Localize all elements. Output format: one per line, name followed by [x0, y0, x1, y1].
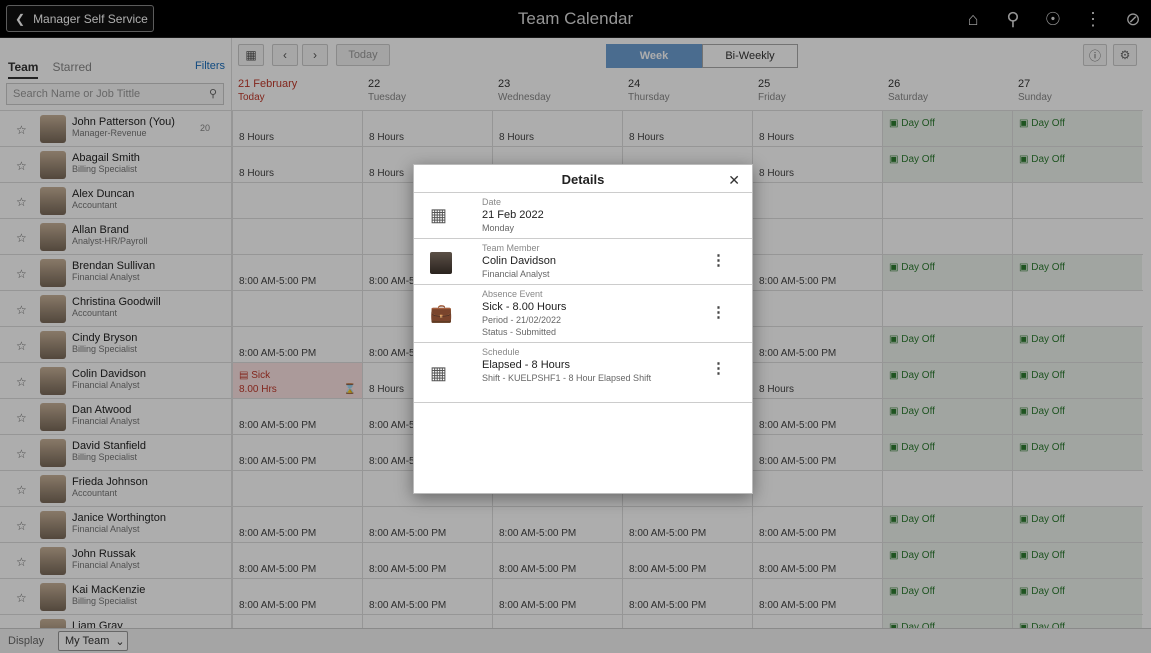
absence-status: Status - Submitted	[482, 327, 557, 337]
schedule-section: ▦ Schedule Elapsed - 8 Hours Shift - KUE…	[414, 343, 752, 403]
date-section: ▦ Date 21 Feb 2022 Monday	[414, 193, 752, 239]
dialog-title: Details	[561, 172, 605, 187]
member-more-icon[interactable]: ⋮	[711, 251, 726, 269]
avatar	[430, 252, 452, 274]
details-dialog: Details ✕ ▦ Date 21 Feb 2022 Monday Team…	[413, 164, 753, 494]
schedule-more-icon[interactable]: ⋮	[711, 359, 726, 377]
absence-section: 💼 Absence Event Sick - 8.00 Hours Period…	[414, 285, 752, 343]
calendar-icon: ▦	[430, 205, 448, 225]
absence-label: Absence Event	[482, 289, 543, 299]
date-label: Date	[482, 197, 502, 207]
briefcase-icon: 💼	[430, 303, 453, 323]
member-title: Financial Analyst	[482, 269, 550, 279]
schedule-label: Schedule	[482, 347, 520, 357]
date-weekday: Monday	[482, 223, 515, 233]
team-member-section: Team Member Colin Davidson Financial Ana…	[414, 239, 752, 285]
close-icon[interactable]: ✕	[728, 172, 740, 189]
schedule-icon: ▦	[430, 363, 448, 383]
date-value: 21 Feb 2022	[482, 209, 544, 221]
absence-more-icon[interactable]: ⋮	[711, 303, 726, 321]
